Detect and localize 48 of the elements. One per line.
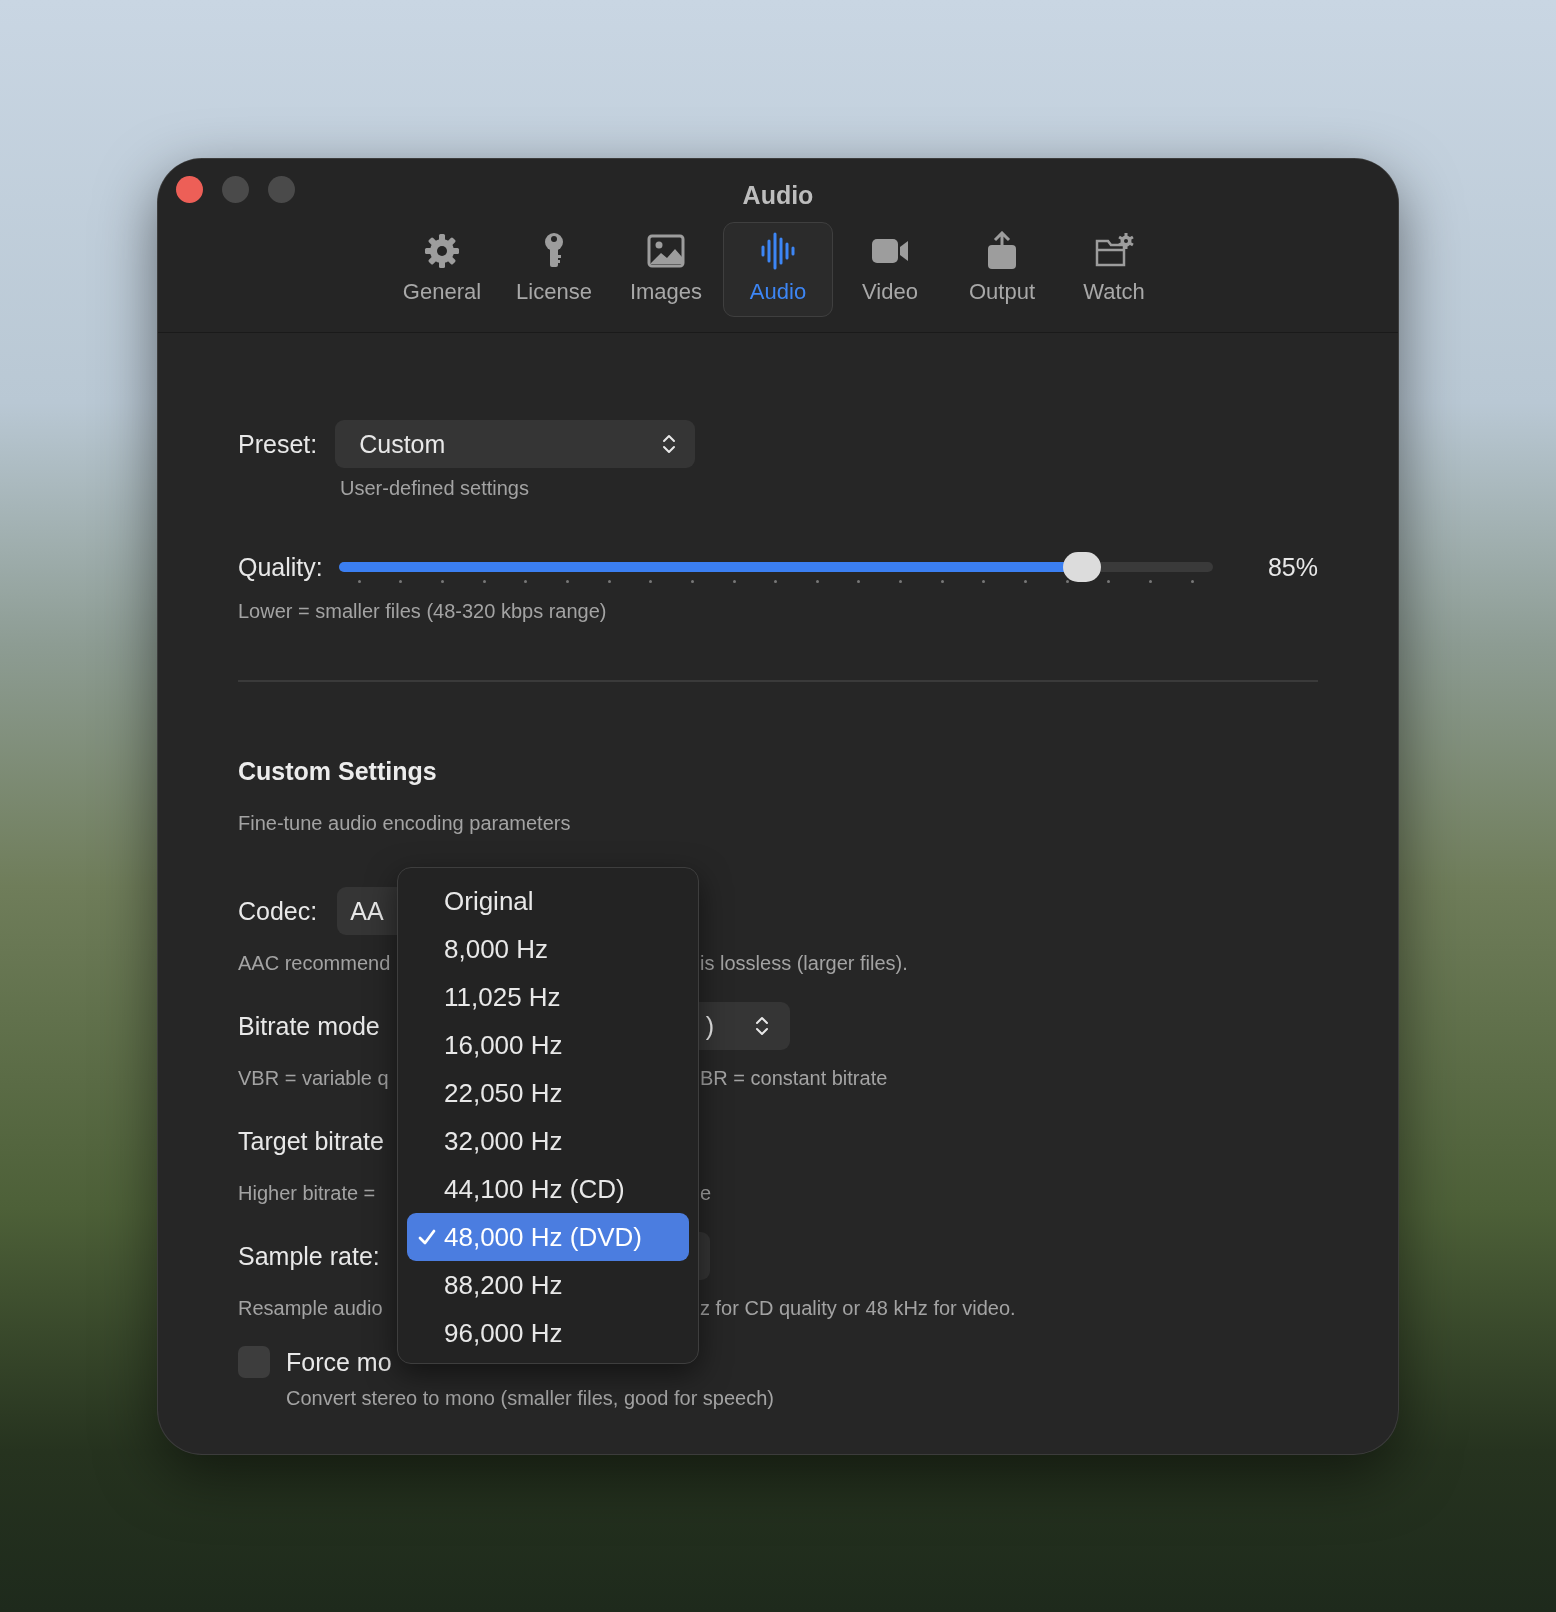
caption-text: Resample audio [238,1296,384,1320]
close-button[interactable] [176,176,203,203]
slider-value: 85% [1267,552,1318,582]
zoom-button[interactable] [268,176,295,203]
menu-item[interactable]: 88,200 Hz [407,1261,689,1309]
caption-text: is lossless (larger files). [700,951,908,975]
field-label: Bitrate mode [238,1011,380,1041]
caption-text: Convert stereo to mono (smaller files, good for speech) [286,1386,775,1410]
menu-item[interactable]: 16,000 Hz [407,1021,689,1069]
checkmark-icon [417,1227,437,1247]
caption-text: AAC recommend [238,951,392,975]
caption-text: z for CD quality or 48 kHz for video. [700,1296,1016,1320]
menu-item[interactable]: 22,050 Hz [407,1069,689,1117]
chevron-icon [754,1015,770,1037]
chevron-icon [661,433,678,455]
caption-text: Lower = smaller files (48-320 kbps range) [238,599,608,623]
caption-text: BR = constant bitrate [700,1066,888,1090]
quality-slider[interactable] [338,550,1213,584]
menu-item[interactable]: 8,000 Hz [407,925,689,973]
field-label: Sample rate: [238,1241,380,1271]
toolbar-tab[interactable]: Watch [1059,222,1169,317]
toolbar-tab[interactable]: Output [947,222,1057,317]
caption-text: VBR = variable q [238,1066,390,1090]
menu-item[interactable]: Original [407,877,689,925]
checkbox-label: Force mo [286,1347,392,1377]
toolbar-tab[interactable]: Images [611,222,721,317]
menu-item[interactable]: 96,000 Hz [407,1309,689,1357]
window-title: Audio [742,180,814,210]
field-label: Codec: [238,896,318,926]
field-label: Quality: [238,552,323,582]
menu-item[interactable]: 11,025 Hz [407,973,689,1021]
caption-text: User-defined settings [340,476,530,500]
menu-item[interactable]: 44,100 Hz (CD) [407,1165,689,1213]
preset-popup[interactable]: Custom [335,420,696,468]
caption-text: Higher bitrate = [238,1181,377,1205]
menu-item[interactable]: 32,000 Hz [407,1117,689,1165]
toolbar-tab[interactable]: Audio [723,222,833,317]
minimize-button[interactable] [222,176,249,203]
menu-item[interactable]: 48,000 Hz (DVD) [407,1213,689,1261]
section-subtitle: Fine-tune audio encoding parameters [238,811,572,835]
field-label: Preset: [238,429,318,459]
section-heading: Custom Settings [238,756,438,786]
field-label: Target bitrate [238,1126,384,1156]
gear-icon [422,231,462,271]
toolbar-tab[interactable]: Video [835,222,945,317]
toolbar-tab[interactable]: General [387,222,497,317]
caption-text: e [700,1181,712,1205]
toolbar-tab[interactable]: License [499,222,609,317]
